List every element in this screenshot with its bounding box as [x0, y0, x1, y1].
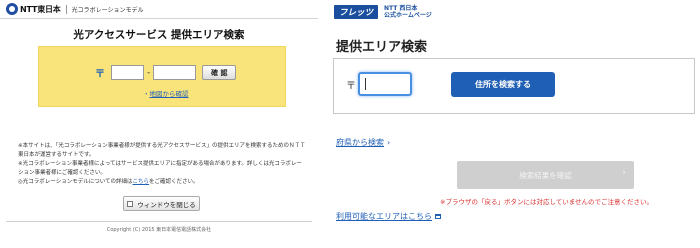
text-cursor	[365, 78, 366, 90]
close-window-label: ウィンドウを閉じる	[137, 200, 196, 209]
copyright: Copyright (C) 2015 東日本電信電話株式会社	[106, 227, 212, 233]
confirm-button[interactable]: 確 認	[202, 65, 237, 80]
notes: ※本サイトは、「光コラボレーション事業者様が提供する光アクセスサービス」の提供エ…	[18, 142, 306, 188]
chevron-right-icon: ›	[387, 138, 391, 147]
postal-mark-icon: 〒	[346, 81, 356, 92]
ntt-logo-mark-icon	[6, 3, 18, 15]
flets-logo[interactable]: フレッツ	[334, 5, 378, 19]
zip-search-panel: 〒 - 確 認 ・地図から確認	[38, 46, 286, 107]
window-icon	[127, 200, 134, 207]
prefecture-search-link[interactable]: 府県から検索 ›	[336, 137, 390, 148]
note-item: ※本サイトは、「光コラボレーション事業者様が提供する光アクセスサービス」の提供エ…	[18, 143, 306, 158]
note-item: ※光コラボレーション事業者様によってはサービス提供エリアに指定がある場合がありま…	[18, 161, 302, 176]
header-divider	[65, 4, 67, 14]
header-subtitle: 光コラボレーションモデル	[71, 6, 144, 14]
close-window-button[interactable]: ウィンドウを閉じる	[123, 196, 200, 211]
search-address-button[interactable]: 住所を検索する	[451, 72, 555, 97]
note-prefix: ◎光コラボレーションモデルについての詳細は	[18, 179, 133, 185]
brand-line-2: 公式ホームページ	[384, 12, 432, 19]
postal-mark-icon: 〒	[95, 69, 105, 80]
page-title: 光アクセスサービス 提供エリア検索	[73, 29, 245, 41]
available-area-label: 利用可能なエリアはこちら	[336, 212, 432, 221]
ntt-east-logo-text: NTT東日本	[20, 4, 61, 14]
check-results-button: 検索結果を確認 ›	[457, 161, 634, 189]
footer-divider	[6, 221, 312, 222]
collab-details-link[interactable]: こちら	[133, 179, 150, 185]
note-item: ◎光コラボレーションモデルについての詳細はこちらをご確認ください。	[18, 178, 306, 187]
back-button-warning: ※ブラウザの「戻る」ボタンには対応していませんのでご注意ください。	[440, 198, 654, 206]
ntt-west-panel: フレッツ NTT 西日本 公式ホームページ 提供エリア検索 〒 住所を検索する …	[328, 0, 700, 248]
zip-code-first-input[interactable]	[111, 65, 144, 80]
check-results-label: 検索結果を確認	[519, 170, 572, 180]
ntt-west-brand: NTT 西日本 公式ホームページ	[384, 5, 432, 19]
map-confirm-link[interactable]: ・地図から確認	[143, 88, 189, 98]
new-window-icon	[435, 214, 441, 219]
map-confirm-link-label: 地図から確認	[149, 90, 189, 98]
east-header: NTT東日本 光コラボレーションモデル	[0, 0, 318, 19]
brand-line-1: NTT 西日本	[384, 5, 418, 12]
page-title: 提供エリア検索	[336, 40, 428, 55]
west-header: フレッツ NTT 西日本 公式ホームページ	[328, 0, 700, 24]
zip-input-row: 〒 - 確 認	[95, 65, 237, 80]
prefecture-search-label: 府県から検索	[336, 138, 384, 147]
chevron-right-icon: ›	[622, 168, 626, 178]
zip-code-input[interactable]	[358, 72, 412, 96]
zip-search-box: 〒 住所を検索する	[333, 58, 695, 114]
zip-code-second-input[interactable]	[153, 65, 197, 80]
note-suffix: をご確認ください。	[149, 179, 199, 185]
available-area-link[interactable]: 利用可能なエリアはこちら	[336, 211, 441, 222]
zip-separator: -	[147, 67, 151, 78]
ntt-east-panel: NTT東日本 光コラボレーションモデル 光アクセスサービス 提供エリア検索 〒 …	[0, 0, 318, 248]
ntt-east-logo: NTT東日本	[6, 3, 61, 15]
